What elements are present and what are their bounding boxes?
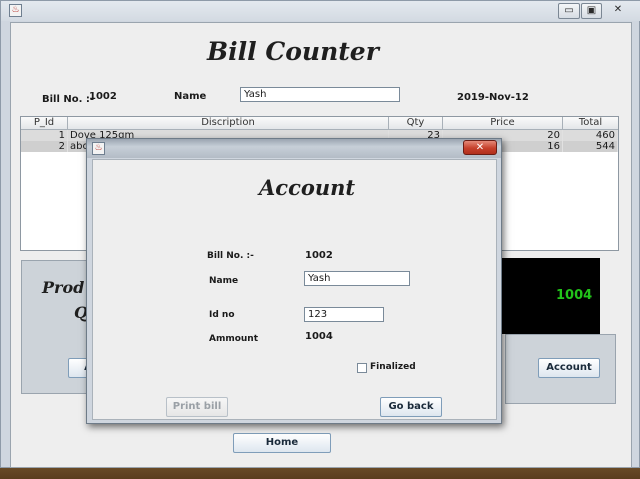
bill-no-label: Bill No. :- (42, 94, 95, 105)
amount-label: Ammount (209, 334, 259, 344)
dialog-bill-no-value: 1002 (305, 250, 333, 261)
column-header-description[interactable]: Discription (68, 117, 389, 130)
dialog-close-button[interactable]: ✕ (463, 140, 497, 155)
dialog-body: Account Bill No. :- 1002 Name Yash Id no… (92, 159, 497, 420)
total-display: 1004 (501, 258, 600, 334)
name-label: Name (174, 91, 207, 102)
bill-no-value: 1002 (89, 91, 117, 102)
id-no-label: Id no (209, 310, 235, 320)
table-cell-total: 460 (563, 130, 618, 141)
amount-value: 1004 (305, 331, 333, 342)
maximize-button[interactable]: ▣ (581, 3, 602, 19)
column-header-price[interactable]: Price (443, 117, 563, 130)
total-display-value: 1004 (556, 288, 593, 303)
id-no-field[interactable]: 123 (304, 307, 384, 322)
page-title: Bill Counter (207, 37, 379, 66)
close-button[interactable]: ✕ (605, 3, 631, 19)
finalized-checkbox[interactable] (357, 363, 367, 373)
minimize-button[interactable]: ▭ (558, 3, 580, 19)
main-title-bar[interactable]: ♨ ▭ ▣ ✕ (1, 1, 640, 21)
date-label: 2019-Nov-12 (457, 92, 529, 103)
account-panel: Account (505, 334, 616, 404)
product-panel-label: Prod (42, 278, 85, 297)
java-cup-icon: ♨ (9, 4, 22, 17)
java-cup-icon: ♨ (92, 142, 105, 155)
dialog-title: Account (259, 175, 356, 200)
table-cell-total: 544 (563, 141, 618, 152)
table-cell-p-id: 2 (21, 141, 68, 152)
home-button[interactable]: Home (233, 433, 331, 453)
account-button[interactable]: Account (538, 358, 600, 378)
dialog-bill-no-label: Bill No. :- (207, 251, 254, 261)
column-header-qty[interactable]: Qty (389, 117, 443, 130)
finalized-label: Finalized (370, 362, 416, 372)
column-header-p-id[interactable]: P_Id (21, 117, 68, 130)
name-field[interactable]: Yash (240, 87, 400, 102)
dialog-name-label: Name (209, 276, 239, 286)
dialog-title-bar[interactable]: ♨ ✕ (87, 139, 501, 158)
go-back-button[interactable]: Go back (380, 397, 442, 417)
print-bill-button[interactable]: Print bill (166, 397, 228, 417)
dialog-name-field[interactable]: Yash (304, 271, 410, 286)
account-dialog: ♨ ✕ Account Bill No. :- 1002 Name Yash I… (86, 138, 502, 424)
column-header-total[interactable]: Total (563, 117, 618, 130)
table-cell-p-id: 1 (21, 130, 68, 141)
